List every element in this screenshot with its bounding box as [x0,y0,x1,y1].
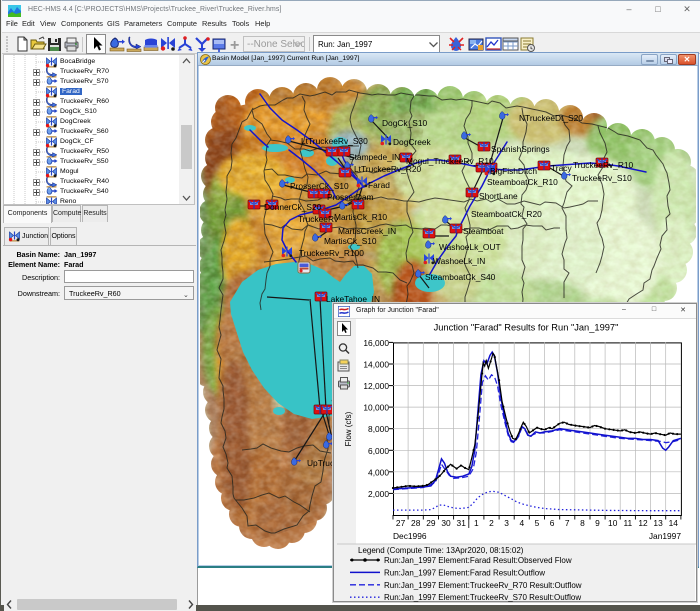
svg-text:3: 3 [504,518,509,528]
svg-text:SteamboatCk_R10: SteamboatCk_R10 [487,177,558,187]
svg-text:5: 5 [535,518,540,528]
svg-text:Steamboat: Steamboat [463,226,504,236]
svg-text:6: 6 [550,518,555,528]
svg-text:7: 7 [565,518,570,528]
svg-text:13: 13 [653,518,663,528]
svg-text:NTruckeeDt_S20: NTruckeeDt_S20 [519,113,583,123]
svg-text:27: 27 [396,518,406,528]
svg-text:Flow (cfs): Flow (cfs) [344,411,353,446]
svg-text:ShortLane: ShortLane [479,191,518,201]
svg-text:Jan1997: Jan1997 [649,531,681,541]
svg-text:LtTruckeeRv_R20: LtTruckeeRv_R20 [354,164,422,174]
svg-text:Run:Jan_1997 Element:Farad Res: Run:Jan_1997 Element:Farad Result:Observ… [384,556,572,565]
svg-text:WashoeLk_IN: WashoeLk_IN [433,256,485,266]
svg-text:Run:Jan_1997 Element:TruckeeRv: Run:Jan_1997 Element:TruckeeRv_R70 Resul… [384,581,582,590]
svg-text:9: 9 [595,518,600,528]
svg-text:TruckeeRv_R100: TruckeeRv_R100 [299,248,364,258]
svg-text:11: 11 [623,518,632,528]
svg-text:28: 28 [411,518,421,528]
svg-text:DonnerCk_S20: DonnerCk_S20 [264,202,322,212]
svg-text:Dec1996: Dec1996 [393,531,427,541]
svg-text:Farad: Farad [368,180,390,190]
svg-text:SteamboatCk_R20: SteamboatCk_R20 [471,209,542,219]
svg-text:MartisCk_R10: MartisCk_R10 [334,212,387,222]
svg-text:SteamboatCk_S40: SteamboatCk_S40 [425,272,496,282]
svg-text:SpanishSprings: SpanishSprings [491,144,550,154]
svg-text:Junction "Farad" Results for R: Junction "Farad" Results for Run "Jan_19… [434,323,619,333]
svg-text:12,000: 12,000 [363,381,389,391]
svg-text:14,000: 14,000 [363,360,389,370]
svg-text:4,000: 4,000 [368,467,389,477]
svg-text:MartisCk_S10: MartisCk_S10 [324,236,377,246]
svg-text:Stampede_IN: Stampede_IN [349,152,400,162]
svg-text:Legend (Compute Time: 13Apr202: Legend (Compute Time: 13Apr2020, 08:15:0… [358,546,524,555]
svg-text:BigFishDitch: BigFishDitch [490,166,537,176]
svg-text:2,000: 2,000 [368,489,389,499]
svg-text:16,000: 16,000 [363,338,389,348]
svg-text:MartisCreek_IN: MartisCreek_IN [338,226,396,236]
svg-text:DogCreek: DogCreek [393,137,432,147]
svg-text:Run:Jan_1997 Element:TruckeeRv: Run:Jan_1997 Element:TruckeeRv_S70 Resul… [384,593,581,602]
svg-text:TruckeeRv: TruckeeRv [298,214,339,224]
svg-text:8,000: 8,000 [368,424,389,434]
svg-text:29: 29 [426,518,436,528]
svg-text:1: 1 [474,518,479,528]
svg-text:TruckeeRv_S10: TruckeeRv_S10 [572,173,632,183]
svg-text:ProsserCk_S10: ProsserCk_S10 [290,181,349,191]
svg-text:12: 12 [638,518,648,528]
svg-text:8: 8 [580,518,585,528]
svg-text:10: 10 [608,518,618,528]
svg-text:2: 2 [489,518,494,528]
svg-text:14: 14 [669,518,679,528]
svg-text:4: 4 [519,518,524,528]
svg-text:31: 31 [457,518,467,528]
svg-text:10,000: 10,000 [363,403,389,413]
svg-text:30: 30 [441,518,451,528]
svg-text:6,000: 6,000 [368,446,389,456]
svg-text:Run:Jan_1997 Element:Farad Res: Run:Jan_1997 Element:Farad Result:Outflo… [384,568,545,577]
svg-text:LtTruckeeRv_S30: LtTruckeeRv_S30 [301,136,368,146]
svg-text:TruckeeRv_R10: TruckeeRv_R10 [573,160,634,170]
svg-text:DogCk_S10: DogCk_S10 [382,118,428,128]
svg-text:ProsserDam: ProsserDam [327,192,374,202]
svg-text:WashoeLk_OUT: WashoeLk_OUT [439,242,501,252]
svg-text:Tracy: Tracy [551,163,572,173]
